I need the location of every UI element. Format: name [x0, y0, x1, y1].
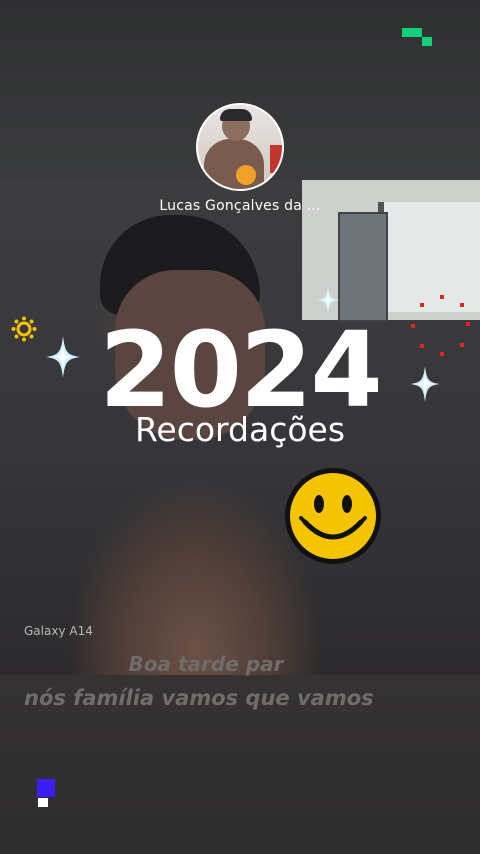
camera-watermark: Galaxy A14: [24, 624, 93, 638]
white-pixel-icon: [38, 798, 48, 807]
caption-line-2: nós família vamos que vamos: [24, 686, 374, 710]
blue-pixel-icon: [37, 779, 55, 797]
green-pixel-icon: [402, 28, 432, 46]
avatar-torso: [204, 139, 264, 189]
avatar-cap: [220, 109, 252, 121]
avatar-red-object: [270, 145, 282, 173]
caption-line-1: Boa tarde par: [128, 652, 284, 676]
emoji-sticker-icon: [236, 165, 256, 185]
memory-title: Recordações: [134, 410, 346, 449]
profile-avatar[interactable]: [196, 103, 284, 191]
smiley-face-icon: [285, 468, 381, 564]
profile-name[interactable]: Lucas Gonçalves da ...: [0, 198, 480, 214]
